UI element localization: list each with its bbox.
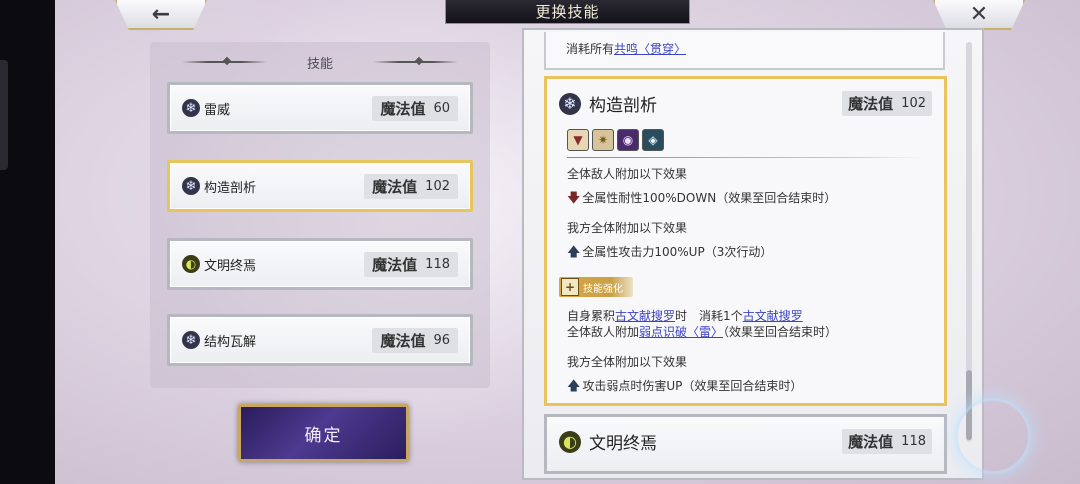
ancient-docs-link[interactable]: 古文献搜罗 — [743, 309, 803, 323]
up-arrow-icon: 🡅 — [567, 379, 581, 394]
effect-4-text: 攻击弱点时伤害UP（效果至回合结束时） — [582, 379, 803, 393]
effect-3-line-1: 自身累积古文献搜罗时 消耗1个古文献搜罗 — [567, 307, 803, 324]
mp-badge: 魔法值 102 — [364, 173, 458, 199]
back-arrow-icon: ← — [151, 1, 171, 27]
ancient-docs-link[interactable]: 古文献搜罗 — [615, 309, 675, 323]
mp-badge: 魔法值 118 — [364, 251, 458, 277]
mp-label: 魔法值 — [372, 255, 418, 274]
enhance-label: 技能强化 — [583, 283, 623, 295]
text: 全体敌人附加 — [567, 325, 640, 339]
mp-value: 102 — [901, 96, 926, 111]
mp-label: 魔法值 — [372, 177, 418, 196]
mp-badge: 魔法值 60 — [372, 95, 458, 121]
mp-label: 魔法值 — [848, 95, 894, 113]
civilization-icon: ◐ — [182, 255, 200, 273]
mp-value: 96 — [433, 332, 450, 348]
weakness-link[interactable]: 弱点识破〈雷〉 — [639, 325, 723, 339]
civilization-icon: ◐ — [559, 430, 581, 453]
snowflake-icon: ❄ — [182, 331, 200, 349]
skill-enhance-tag: + 技能强化 — [559, 277, 633, 297]
text: 自身累积 — [567, 309, 616, 323]
detail-title: 构造剖析 — [589, 96, 657, 116]
effect-icons: ▼ ✷ ◉ ◈ — [567, 129, 664, 151]
mp-badge: 魔法值 102 — [842, 91, 932, 116]
back-button[interactable]: ← — [115, 0, 207, 30]
attack-up-icon[interactable]: ✷ — [592, 129, 614, 151]
skill-list-header: 技能 — [150, 52, 490, 72]
next-card-header: ◐ 文明终焉 魔法值 118 — [559, 429, 932, 454]
effect-1-line: 🡇 全属性耐性100%DOWN（效果至回合结束时） — [567, 189, 836, 211]
snowflake-icon: ❄ — [182, 99, 200, 117]
effect-2-line: 🡅 全属性攻击力100%UP（3次行动） — [567, 243, 772, 265]
mp-badge: 魔法值 96 — [372, 327, 458, 353]
skill-name: 结构瓦解 — [204, 334, 257, 350]
skill-name: 雷威 — [204, 102, 231, 118]
effect-4-heading: 我方全体附加以下效果 — [567, 355, 688, 369]
mp-label: 魔法值 — [380, 331, 426, 350]
device-edge — [0, 60, 8, 170]
skill-detail-panel[interactable]: 消耗所有共鸣〈贯穿〉 ❄ 构造剖析 魔法值 102 ▼ ✷ ◉ ◈ 全体敌人附加… — [522, 28, 984, 480]
skill-list-title: 技能 — [306, 56, 333, 72]
text: （效果至回合结束时） — [723, 325, 838, 339]
confirm-button[interactable]: 确定 — [238, 404, 409, 462]
selected-skill-card: ❄ 构造剖析 魔法值 102 ▼ ✷ ◉ ◈ 全体敌人附加以下效果 🡇 全属性耐性… — [544, 76, 947, 406]
mp-label: 魔法值 — [380, 99, 426, 118]
resist-down-icon[interactable]: ▼ — [567, 129, 589, 151]
mp-value: 118 — [425, 256, 450, 272]
close-icon: ✕ — [969, 1, 989, 27]
skill-list-panel: 技能 ❄ 雷威 魔法值 60 ❄ 构造剖析 魔法值 102 ◐ 文明终焉 魔法值… — [150, 42, 490, 388]
eye-icon[interactable]: ◈ — [642, 129, 664, 151]
next-card-title: 文明终焉 — [589, 434, 657, 454]
skill-name: 构造剖析 — [204, 180, 257, 196]
effect-1-heading: 全体敌人附加以下效果 — [567, 167, 688, 181]
ornament-left — [181, 61, 267, 63]
effect-3-line-2: 全体敌人附加弱点识破〈雷〉（效果至回合结束时） — [567, 323, 837, 340]
page-title: 更换技能 — [445, 0, 690, 24]
effect-1-text: 全属性耐性100%DOWN（效果至回合结束时） — [582, 191, 837, 205]
detail-header: ❄ 构造剖析 魔法值 102 — [559, 91, 932, 116]
prev-skill-card: 消耗所有共鸣〈贯穿〉 — [544, 32, 945, 70]
up-arrow-icon: 🡅 — [567, 245, 581, 260]
skill-name: 文明终焉 — [204, 258, 257, 274]
down-arrow-icon: 🡇 — [567, 191, 581, 206]
effect-2-heading: 我方全体附加以下效果 — [567, 221, 688, 235]
effect-2-text: 全属性攻击力100%UP（3次行动） — [582, 245, 773, 259]
effect-4-line: 🡅 攻击弱点时伤害UP（效果至回合结束时） — [567, 377, 802, 399]
mp-value: 102 — [425, 178, 450, 194]
skill-item-wenming[interactable]: ◐ 文明终焉 魔法值 118 — [167, 238, 473, 290]
prev-card-text: 消耗所有 — [566, 42, 615, 56]
weakness-detect-icon[interactable]: ◉ — [617, 129, 639, 151]
skill-item-gouzao[interactable]: ❄ 构造剖析 魔法值 102 — [167, 160, 473, 212]
skill-item-jiegou[interactable]: ❄ 结构瓦解 魔法值 96 — [167, 314, 473, 366]
mp-value: 118 — [901, 434, 926, 449]
plus-icon: + — [561, 278, 579, 296]
mp-label: 魔法值 — [848, 433, 894, 451]
mp-badge: 魔法值 118 — [842, 429, 932, 454]
text: 时 消耗1个 — [675, 309, 743, 323]
skill-item-leiwei[interactable]: ❄ 雷威 魔法值 60 — [167, 82, 473, 134]
resonance-link[interactable]: 共鸣〈贯穿〉 — [614, 42, 686, 56]
snowflake-icon: ❄ — [182, 177, 200, 195]
next-skill-card[interactable]: ◐ 文明终焉 魔法值 118 — [544, 414, 947, 474]
glow-effect — [955, 398, 1031, 474]
ornament-right — [373, 61, 458, 63]
close-button[interactable]: ✕ — [933, 0, 1025, 30]
mp-value: 60 — [433, 100, 450, 116]
snowflake-icon: ❄ — [559, 92, 581, 115]
divider — [567, 157, 923, 158]
